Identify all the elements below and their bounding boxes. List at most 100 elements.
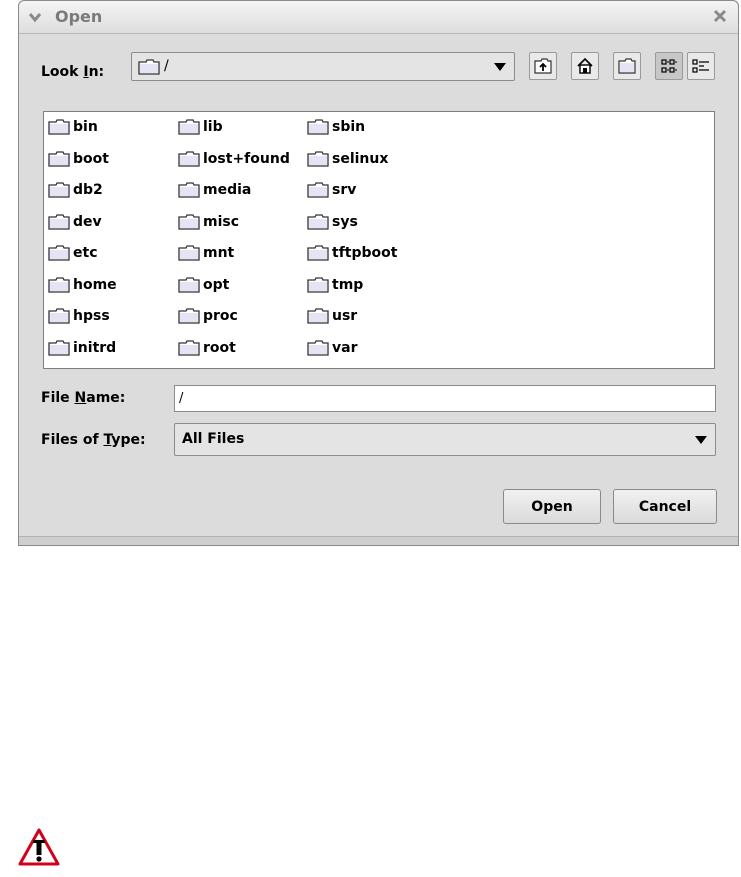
file-list[interactable]: bin boot db2 dev etc home hpss initrd lib lost+fo… — [43, 111, 715, 369]
file-list-item-label: srv — [332, 182, 357, 198]
file-list-item-label: lib — [203, 119, 223, 135]
file-list-item[interactable]: home — [48, 274, 117, 296]
look-in-value: / — [164, 58, 169, 74]
dialog-title: Open — [55, 7, 103, 26]
details-view-button[interactable] — [687, 52, 715, 80]
file-list-item-label: var — [332, 339, 358, 356]
home-button[interactable] — [571, 52, 599, 80]
file-list-item[interactable]: sys — [307, 211, 358, 233]
folder-icon — [48, 339, 70, 356]
file-list-item[interactable]: tmp — [307, 274, 363, 296]
file-list-item-label: sys — [332, 213, 358, 230]
open-button[interactable]: Open — [503, 489, 601, 524]
file-list-item[interactable]: media — [178, 179, 251, 201]
file-list-item-label: lost+found — [203, 150, 290, 167]
folder-icon — [178, 213, 200, 230]
file-list-item[interactable]: initrd — [48, 337, 116, 359]
folder-icon — [48, 150, 70, 167]
file-list-item-label: hpss — [73, 308, 110, 324]
file-list-item[interactable]: root — [178, 337, 236, 359]
look-in-label: Look In: — [41, 64, 105, 80]
folder-icon — [307, 339, 329, 356]
folder-icon — [307, 213, 329, 230]
folder-icon — [48, 213, 70, 230]
folder-icon — [178, 339, 200, 356]
file-list-item-label: etc — [73, 245, 98, 261]
file-name-field[interactable] — [174, 385, 716, 412]
folder-icon — [178, 182, 200, 198]
folder-icon — [178, 245, 200, 261]
file-list-item[interactable]: var — [307, 337, 357, 359]
file-list-item-label: sbin — [332, 119, 366, 135]
look-in-combo[interactable]: / — [131, 52, 515, 81]
file-list-item[interactable]: dev — [48, 211, 102, 233]
file-list-item-label: home — [73, 276, 117, 293]
file-list-item[interactable]: misc — [178, 211, 239, 233]
chevron-down-icon — [695, 435, 707, 444]
cancel-button[interactable]: Cancel — [613, 489, 717, 524]
chevron-down-icon — [494, 62, 506, 71]
file-list-item[interactable]: srv — [307, 179, 356, 201]
file-list-item[interactable]: boot — [48, 148, 109, 170]
window-menu-icon[interactable] — [27, 9, 43, 25]
file-list-item-label: selinux — [332, 150, 389, 167]
details-view-icon — [692, 59, 709, 73]
new-folder-button[interactable] — [613, 52, 641, 80]
files-of-type-value: All Files — [182, 431, 245, 447]
title-bar[interactable]: Open — [19, 1, 738, 34]
up-one-level-button[interactable] — [529, 52, 557, 80]
folder-icon — [307, 245, 329, 261]
warning-icon — [18, 828, 60, 866]
folder-icon — [178, 119, 200, 135]
folder-icon — [307, 276, 329, 293]
file-list-item[interactable]: sbin — [307, 116, 365, 138]
file-list-item-label: bin — [73, 119, 98, 135]
file-list-item-label: initrd — [73, 339, 117, 356]
folder-icon — [48, 119, 70, 135]
list-view-button[interactable] — [655, 52, 683, 80]
file-list-item-label: tftpboot — [332, 245, 398, 261]
file-name-input[interactable] — [175, 386, 715, 411]
folder-up-icon — [534, 58, 552, 74]
file-list-item-label: usr — [332, 308, 358, 324]
file-list-item-label: root — [203, 339, 236, 356]
folder-icon — [178, 276, 200, 293]
file-list-item[interactable]: mnt — [178, 242, 234, 264]
folder-icon — [307, 150, 329, 167]
home-icon — [577, 57, 593, 74]
file-list-item-label: media — [203, 182, 252, 198]
file-list-item[interactable]: lost+found — [178, 148, 290, 170]
files-of-type-label: Files of Type: — [41, 432, 146, 448]
file-list-item-label: db2 — [73, 182, 103, 198]
file-list-item[interactable]: usr — [307, 305, 357, 327]
folder-icon — [178, 150, 200, 167]
file-list-item[interactable]: selinux — [307, 148, 388, 170]
folder-icon — [138, 59, 160, 75]
folder-icon — [307, 119, 329, 135]
file-list-item-label: mnt — [203, 245, 235, 261]
folder-icon — [48, 308, 70, 324]
folder-icon — [307, 308, 329, 324]
file-list-item-label: dev — [73, 213, 102, 230]
file-list-item-label: tmp — [332, 276, 364, 293]
list-view-icon — [661, 59, 677, 73]
file-list-item[interactable]: lib — [178, 116, 223, 138]
close-icon[interactable] — [712, 8, 728, 24]
folder-icon — [307, 182, 329, 198]
file-list-item[interactable]: proc — [178, 305, 238, 327]
file-list-item[interactable]: bin — [48, 116, 98, 138]
file-list-item[interactable]: db2 — [48, 179, 103, 201]
file-list-item[interactable]: etc — [48, 242, 98, 264]
folder-icon — [48, 276, 70, 293]
folder-icon — [178, 308, 200, 324]
file-name-label: File Name: — [41, 390, 126, 406]
file-list-item[interactable]: tftpboot — [307, 242, 397, 264]
file-list-item-label: opt — [203, 276, 230, 293]
folder-icon — [48, 245, 70, 261]
files-of-type-combo[interactable]: All Files — [174, 423, 716, 456]
file-list-item-label: misc — [203, 213, 240, 230]
file-list-item-label: proc — [203, 308, 238, 324]
file-list-item[interactable]: hpss — [48, 305, 110, 327]
file-list-item[interactable]: opt — [178, 274, 229, 296]
folder-icon — [48, 182, 70, 198]
